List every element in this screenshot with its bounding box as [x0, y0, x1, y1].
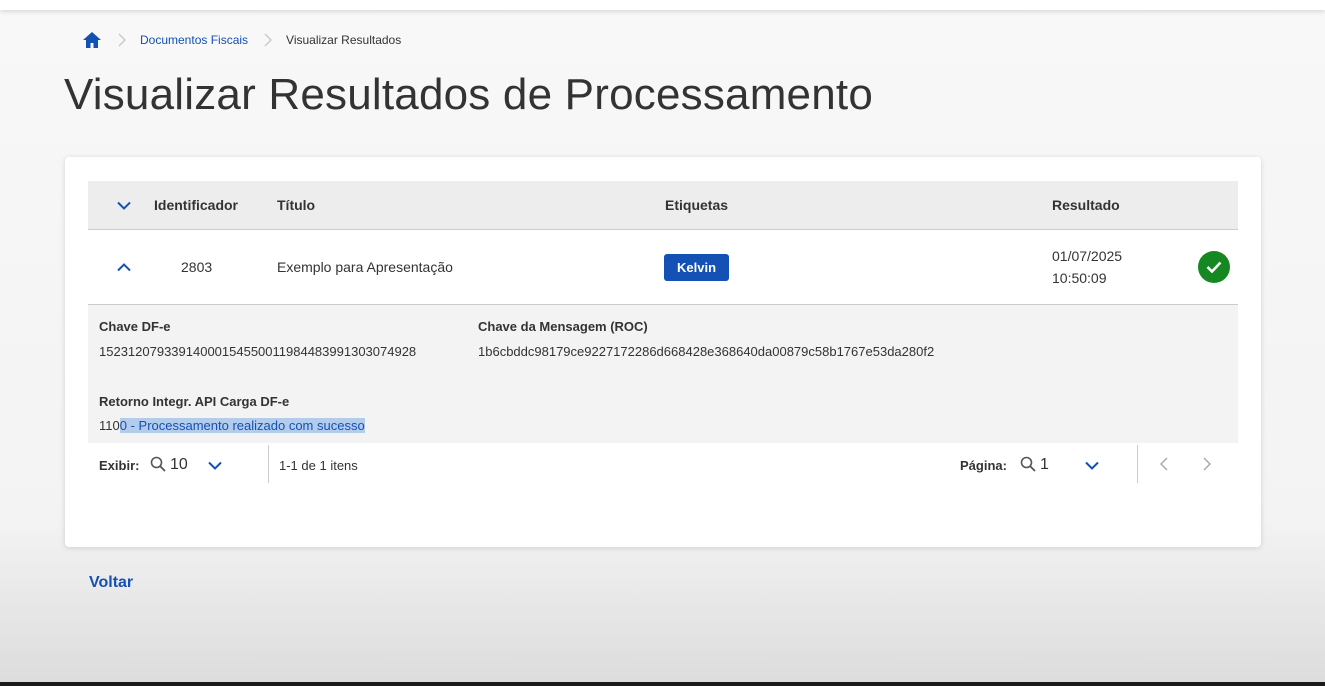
api-return-value: 1100 - Processamento realizado com suces…: [99, 418, 365, 433]
page-label: Página:: [960, 457, 1007, 473]
page-size-label: Exibir:: [99, 457, 140, 473]
column-header-identifier[interactable]: Identificador: [154, 181, 238, 229]
api-return-code: 110: [99, 418, 120, 433]
result-datetime: 01/07/2025 10:50:09: [1052, 245, 1122, 289]
breadcrumb: Documentos Fiscais Visualizar Resultados: [82, 30, 401, 50]
search-icon: [1020, 456, 1036, 475]
page-size-value: 10: [170, 456, 188, 473]
column-header-title[interactable]: Título: [277, 181, 315, 229]
prev-page-button[interactable]: [1159, 443, 1168, 487]
expand-all-toggle[interactable]: [110, 181, 138, 229]
tag-badge[interactable]: Kelvin: [664, 253, 730, 281]
page-size-select[interactable]: 10: [150, 443, 222, 487]
pager-divider: [268, 445, 269, 483]
chevron-down-icon: [208, 461, 222, 470]
chevron-down-icon: [1085, 461, 1099, 470]
collapse-row-toggle[interactable]: [110, 230, 138, 304]
chevron-down-icon: [117, 197, 131, 213]
column-header-tags[interactable]: Etiquetas: [665, 181, 728, 229]
message-key-label: Chave da Mensagem (ROC): [478, 319, 648, 334]
page-value: 1: [1040, 456, 1049, 473]
dfe-key-value: 1523120793391400015455001198448399130307…: [99, 344, 417, 359]
check-circle-icon: [1198, 251, 1230, 283]
home-icon[interactable]: [82, 31, 102, 49]
breadcrumb-item-documentos-fiscais[interactable]: Documentos Fiscais: [140, 33, 248, 47]
row-identifier: 2803: [181, 259, 213, 275]
results-card: Identificador Título Etiquetas Resultado…: [65, 157, 1261, 547]
next-page-button[interactable]: [1203, 443, 1212, 487]
selected-text: 0 - Processamento realizado com sucesso: [119, 418, 365, 433]
dfe-key-label: Chave DF-e: [99, 319, 171, 334]
api-return-label: Retorno Integr. API Carga DF-e: [99, 394, 290, 409]
back-button[interactable]: Voltar: [89, 574, 133, 592]
page-title: Visualizar Resultados de Processamento: [64, 70, 873, 119]
table-row: 2803 Exemplo para Apresentação Kelvin 01…: [88, 230, 1238, 305]
chevron-right-icon: [118, 33, 126, 47]
chevron-up-icon: [117, 259, 131, 275]
message-key-value: 1b6cbddc98179ce9227172286d668428e368640d…: [478, 344, 935, 359]
item-range-text: 1-1 de 1 itens: [279, 457, 358, 473]
row-title: Exemplo para Apresentação: [277, 259, 453, 275]
column-header-result[interactable]: Resultado: [1052, 181, 1120, 229]
chevron-right-icon: [1203, 456, 1212, 474]
search-icon: [150, 456, 166, 475]
page-select[interactable]: 1: [1020, 443, 1099, 487]
table-header: Identificador Título Etiquetas Resultado: [88, 181, 1238, 230]
result-time: 10:50:09: [1052, 270, 1107, 286]
result-date: 01/07/2025: [1052, 248, 1123, 264]
pagination-bar: Exibir: 10 1-1 de 1 itens Página: 1: [88, 443, 1238, 487]
bottom-edge: [0, 682, 1325, 686]
pager-divider: [1137, 445, 1138, 483]
top-bar: [0, 0, 1325, 10]
row-details-panel: Chave DF-e 15231207933914000154550011984…: [88, 305, 1238, 443]
breadcrumb-item-current: Visualizar Resultados: [286, 33, 402, 47]
chevron-right-icon: [264, 33, 273, 47]
chevron-left-icon: [1159, 456, 1168, 474]
